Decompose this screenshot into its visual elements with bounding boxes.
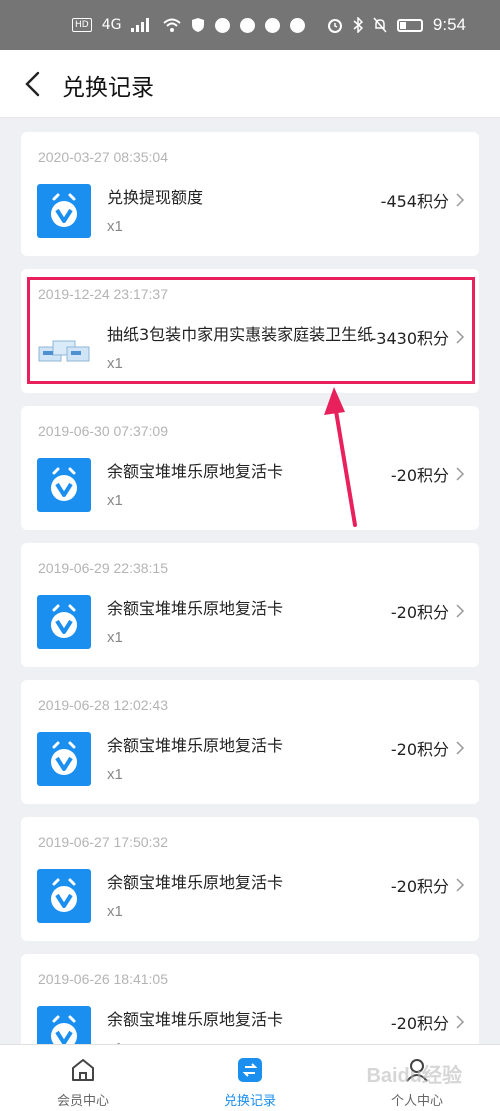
record-points: -20积分 [390,603,449,622]
record-list[interactable]: 2020-03-27 08:35:04 兑换提现额度 x1 -454积分 201… [0,119,500,1044]
bottom-tab-bar: 会员中心 兑换记录 个人中心 Baidu经验 [0,1044,500,1111]
record-quantity: x1 [107,766,123,783]
record-time: 2019-06-29 22:38:15 [38,560,168,576]
wifi-icon [163,18,182,32]
record-name: 余额宝堆堆乐原地复活卡 [107,599,284,618]
home-icon [72,1059,94,1081]
alipay-logo-icon [37,595,91,649]
tab-label: 兑换记录 [223,1094,276,1109]
chevron-right-icon [456,467,465,481]
status-bar-left: HD 4G [72,0,306,50]
chevron-right-icon [456,193,465,207]
alipay-logo-icon [37,1006,91,1044]
alipay-logo-icon [37,458,91,512]
page-header: 兑换记录 [0,50,500,118]
mute-icon [373,17,387,33]
status-bar: HD 4G 9:54 [0,0,500,50]
bluetooth-icon [353,17,363,33]
record-points: -20积分 [390,877,449,896]
status-bar-right: 9:54 [327,0,466,50]
record-name: 余额宝堆堆乐原地复活卡 [107,736,284,755]
record-points: -454积分 [380,192,449,211]
browser-icon [265,17,281,33]
status-time: 9:54 [432,15,466,34]
tab-member-center[interactable]: 会员中心 [0,1045,166,1111]
record-card[interactable]: 2019-06-26 18:41:05 余额宝堆堆乐原地复活卡 x1 -20积分 [21,954,479,1044]
record-quantity: x1 [107,629,123,646]
signal-icon [131,18,150,32]
alipay-logo-icon [37,732,91,786]
tab-label: 个人中心 [390,1094,443,1109]
record-points: -20积分 [390,466,449,485]
record-name: 余额宝堆堆乐原地复活卡 [107,873,284,892]
chevron-right-icon [456,604,465,618]
record-quantity: x1 [107,903,123,920]
tab-label: 会员中心 [56,1094,109,1109]
network-label: 4G [101,17,122,33]
record-card[interactable]: 2020-03-27 08:35:04 兑换提现额度 x1 -454积分 [21,132,479,256]
record-card[interactable]: 2019-06-29 22:38:15 余额宝堆堆乐原地复活卡 x1 -20积分 [21,543,479,667]
record-card[interactable]: 2019-06-27 17:50:32 余额宝堆堆乐原地复活卡 x1 -20积分 [21,817,479,941]
record-time: 2019-06-27 17:50:32 [38,834,168,850]
exchange-icon [238,1058,262,1082]
chevron-right-icon [456,741,465,755]
alipay-logo-icon [37,869,91,923]
record-card[interactable]: 2019-06-28 12:02:43 余额宝堆堆乐原地复活卡 x1 -20积分 [21,680,479,804]
back-arrow-icon[interactable] [20,70,46,98]
chevron-right-icon [456,1015,465,1029]
battery-icon [396,18,423,32]
record-quantity: x1 [107,218,123,235]
record-name: 余额宝堆堆乐原地复活卡 [107,1010,284,1029]
app-notification-icon [215,17,231,33]
record-card[interactable]: 2019-06-30 07:37:09 余额宝堆堆乐原地复活卡 x1 -20积分 [21,406,479,530]
alarm-icon [327,19,342,33]
record-time: 2020-03-27 08:35:04 [38,149,168,165]
record-time: 2019-06-28 12:02:43 [38,697,168,713]
record-points: -20积分 [390,740,449,759]
record-name: 余额宝堆堆乐原地复活卡 [107,462,284,481]
hd-badge: HD [72,18,92,32]
alipay-logo-icon [37,184,91,238]
tab-exchange-records[interactable]: 兑换记录 [167,1045,333,1111]
record-time: 2019-06-30 07:37:09 [38,423,168,439]
watermark: Baidu经验 [366,1065,462,1087]
record-time: 2019-06-26 18:41:05 [38,971,168,987]
page-title: 兑换记录 [62,75,154,101]
record-quantity: x1 [107,492,123,509]
record-points: -20积分 [390,1014,449,1033]
music-icon [240,17,256,33]
chevron-right-icon [456,878,465,892]
highlight-box [27,277,475,384]
shield-icon [192,18,205,32]
app-notification-icon-2 [290,17,306,33]
record-name: 兑换提现额度 [107,188,204,207]
